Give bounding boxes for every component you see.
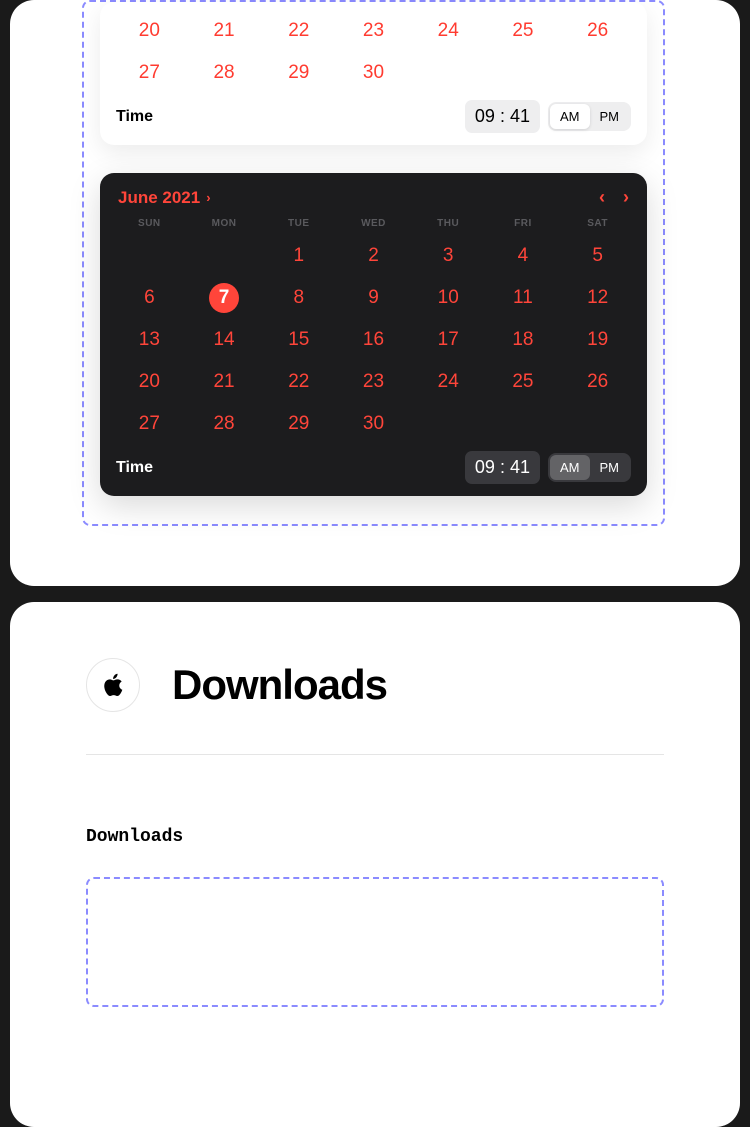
calendar-day[interactable]: 11 (486, 277, 561, 319)
calendar-day[interactable]: 10 (411, 277, 486, 319)
day-of-week-label: SUN (112, 218, 187, 229)
day-of-week-label: SAT (560, 218, 635, 229)
calendar-dark: June 2021 › ‹ › SUNMONTUEWEDTHUFRISAT 12… (100, 173, 647, 496)
section-title: Downloads (172, 661, 387, 709)
calendar-day[interactable]: 22 (261, 10, 336, 52)
calendar-day[interactable]: 21 (187, 10, 262, 52)
time-display[interactable]: 09 : 41 (465, 451, 540, 484)
dark-time-row: Time 09 : 41 AM PM (112, 451, 635, 484)
calendar-day[interactable]: 26 (560, 361, 635, 403)
chevron-right-icon: › (206, 190, 210, 205)
calendar-day[interactable]: 15 (261, 319, 336, 361)
time-minute: 41 (510, 106, 530, 126)
downloads-card: Downloads Downloads (10, 602, 740, 1127)
am-button[interactable]: AM (550, 455, 590, 480)
time-controls: 09 : 41 AM PM (465, 451, 631, 484)
calendar-day[interactable]: 24 (411, 10, 486, 52)
time-label: Time (116, 108, 153, 126)
day-of-week-label: FRI (486, 218, 561, 229)
calendar-title-button[interactable]: June 2021 › (118, 188, 211, 208)
time-controls: 09 : 41 AM PM (465, 100, 631, 133)
calendar-day[interactable]: 30 (336, 52, 411, 94)
calendar-day[interactable]: 26 (560, 10, 635, 52)
calendar-day[interactable]: 16 (336, 319, 411, 361)
calendar-day[interactable]: 23 (336, 361, 411, 403)
calendar-day[interactable]: 2 (336, 235, 411, 277)
next-month-button[interactable]: › (623, 187, 629, 208)
am-button[interactable]: AM (550, 104, 590, 129)
calendar-day[interactable]: 24 (411, 361, 486, 403)
light-time-row: Time 09 : 41 AM PM (112, 100, 635, 133)
time-hour: 09 (475, 106, 495, 126)
time-label: Time (116, 459, 153, 477)
calendar-showcase-card: 2021222324252627282930 Time 09 : 41 AM P… (10, 0, 740, 586)
calendar-day[interactable]: 1 (261, 235, 336, 277)
ampm-toggle: AM PM (548, 453, 631, 482)
day-of-week-label: TUE (261, 218, 336, 229)
calendar-day[interactable]: 12 (560, 277, 635, 319)
pm-button[interactable]: PM (590, 104, 630, 129)
calendar-day[interactable]: 22 (261, 361, 336, 403)
pm-button[interactable]: PM (590, 455, 630, 480)
time-minute: 41 (510, 457, 530, 477)
calendar-day[interactable]: 20 (112, 361, 187, 403)
calendar-header: June 2021 › ‹ › (112, 187, 635, 218)
calendar-day[interactable]: 6 (112, 277, 187, 319)
calendar-day[interactable]: 28 (187, 52, 262, 94)
calendar-day[interactable]: 4 (486, 235, 561, 277)
calendar-day-selected[interactable]: 7 (187, 277, 262, 319)
day-of-week-label: MON (187, 218, 262, 229)
calendar-day[interactable]: 30 (336, 403, 411, 445)
time-display[interactable]: 09 : 41 (465, 100, 540, 133)
calendar-day[interactable]: 8 (261, 277, 336, 319)
calendar-day[interactable]: 19 (560, 319, 635, 361)
calendar-nav: ‹ › (599, 187, 629, 208)
calendar-day[interactable]: 29 (261, 52, 336, 94)
prev-month-button[interactable]: ‹ (599, 187, 605, 208)
day-of-week-label: THU (411, 218, 486, 229)
calendar-day[interactable]: 27 (112, 403, 187, 445)
calendar-day[interactable]: 3 (411, 235, 486, 277)
calendar-day[interactable]: 14 (187, 319, 262, 361)
calendar-day[interactable]: 27 (112, 52, 187, 94)
calendar-day[interactable]: 23 (336, 10, 411, 52)
ampm-toggle: AM PM (548, 102, 631, 131)
calendar-month-year: June 2021 (118, 188, 200, 208)
calendar-day[interactable]: 25 (486, 361, 561, 403)
apple-icon (86, 658, 140, 712)
calendar-day[interactable]: 28 (187, 403, 262, 445)
calendar-day[interactable]: 21 (187, 361, 262, 403)
downloads-dashed-container (86, 877, 664, 1007)
calendar-day[interactable]: 13 (112, 319, 187, 361)
calendar-day[interactable]: 20 (112, 10, 187, 52)
calendar-dashed-container: 2021222324252627282930 Time 09 : 41 AM P… (82, 0, 665, 526)
calendar-day[interactable]: 18 (486, 319, 561, 361)
calendar-day[interactable]: 25 (486, 10, 561, 52)
calendar-light: 20212223242526 27282930 Time 09 : 41 AM P… (100, 2, 647, 145)
downloads-sublabel: Downloads (10, 755, 740, 877)
time-hour: 09 (475, 457, 495, 477)
downloads-header: Downloads (10, 658, 740, 754)
day-of-week-label: WED (336, 218, 411, 229)
calendar-day[interactable]: 9 (336, 277, 411, 319)
calendar-day[interactable]: 5 (560, 235, 635, 277)
calendar-day[interactable]: 17 (411, 319, 486, 361)
calendar-day[interactable]: 29 (261, 403, 336, 445)
